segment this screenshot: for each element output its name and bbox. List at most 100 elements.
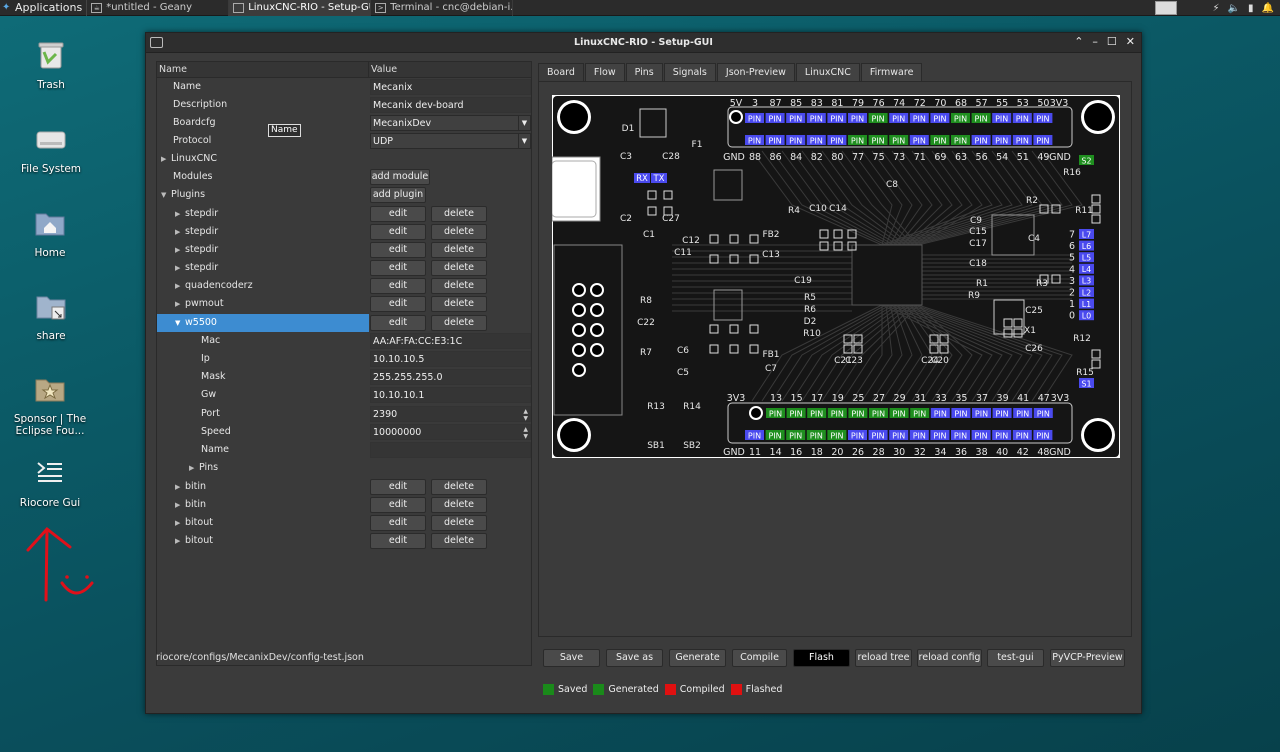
chevron-right-icon[interactable]: ▶: [161, 150, 171, 168]
tab-linuxcnc[interactable]: LinuxCNC: [795, 63, 860, 81]
mac-field[interactable]: AA:AF:FA:CC:E3:1C: [370, 333, 531, 349]
workspace-switcher[interactable]: [1154, 1, 1177, 15]
tree-row-wname[interactable]: Name: [157, 441, 531, 459]
desktop-icon-riocore-gui[interactable]: Riocore Gui: [5, 456, 95, 509]
delete-button[interactable]: delete: [431, 224, 487, 240]
tree-row-mac[interactable]: Mac AA:AF:FA:CC:E3:1C: [157, 332, 531, 350]
column-header-value[interactable]: Value: [369, 62, 531, 77]
tab-board[interactable]: Board: [538, 63, 584, 81]
add-module-button[interactable]: add module: [370, 169, 430, 185]
applications-menu[interactable]: ✦ Applications: [0, 0, 88, 16]
plugin-row-pwmout[interactable]: ▶ pwmout edit delete: [157, 295, 531, 313]
window-titlebar[interactable]: LinuxCNC-RIO - Setup-GUI ⌃ – ☐ ✕: [146, 33, 1141, 53]
protocol-select[interactable]: UDP ▼: [370, 133, 531, 149]
edit-button[interactable]: edit: [370, 479, 426, 495]
compile-button[interactable]: Compile: [732, 649, 787, 667]
plugin-row-bitin[interactable]: ▶ bitin edit delete: [157, 478, 531, 496]
plugin-row-stepdir[interactable]: ▶ stepdir edit delete: [157, 259, 531, 277]
edit-button[interactable]: edit: [370, 296, 426, 312]
save-as-button[interactable]: Save as: [606, 649, 663, 667]
chevron-right-icon[interactable]: ▶: [175, 205, 185, 223]
tree-row-ip[interactable]: Ip 10.10.10.5: [157, 350, 531, 368]
delete-button[interactable]: delete: [431, 497, 487, 513]
chevron-right-icon[interactable]: ▶: [175, 514, 185, 532]
ip-field[interactable]: 10.10.10.5: [370, 351, 531, 367]
delete-button[interactable]: delete: [431, 242, 487, 258]
delete-button[interactable]: delete: [431, 260, 487, 276]
speed-spinbox[interactable]: 10000000 ▲ ▼: [370, 424, 531, 440]
network-icon[interactable]: ⚡: [1213, 3, 1220, 14]
chevron-down-icon[interactable]: ▼: [518, 134, 530, 148]
chevron-right-icon[interactable]: ▶: [175, 496, 185, 514]
maximize-icon[interactable]: ☐: [1107, 35, 1117, 48]
tab-firmware[interactable]: Firmware: [860, 63, 923, 81]
spin-arrows-icon[interactable]: ▲ ▼: [523, 408, 528, 422]
task-setup-gui[interactable]: LinuxCNC-RIO - Setup-GUI: [229, 0, 372, 16]
edit-button[interactable]: edit: [370, 260, 426, 276]
chevron-right-icon[interactable]: ▶: [175, 241, 185, 259]
board-view[interactable]: PIN PIN PIN PIN PIN PIN PIN PIN PIN PIN PIN PIN PIN P…: [551, 95, 1120, 458]
task-geany[interactable]: ☕ *untitled - Geany: [87, 0, 230, 16]
mask-field[interactable]: 255.255.255.0: [370, 369, 531, 385]
tree-row-speed[interactable]: Speed 10000000 ▲ ▼: [157, 423, 531, 441]
tree-row-name[interactable]: Name Mecanix: [157, 78, 531, 96]
chevron-right-icon[interactable]: ▶: [175, 532, 185, 550]
tab-flow[interactable]: Flow: [584, 63, 625, 81]
chevron-right-icon[interactable]: ▶: [175, 259, 185, 277]
desktop-icon-home[interactable]: Home: [5, 206, 95, 259]
desktop-icon-filesystem[interactable]: File System: [6, 122, 96, 175]
delete-button[interactable]: delete: [431, 278, 487, 294]
add-plugin-button[interactable]: add plugin: [370, 187, 426, 203]
test-gui-button[interactable]: test-gui: [987, 649, 1044, 667]
column-header-name[interactable]: Name: [157, 62, 369, 77]
plugin-row-bitout[interactable]: ▶ bitout edit delete: [157, 532, 531, 550]
tree-row-boardcfg[interactable]: Boardcfg MecanixDev ▼: [157, 114, 531, 132]
edit-button[interactable]: edit: [370, 533, 426, 549]
chevron-right-icon[interactable]: ▶: [175, 277, 185, 295]
tree-row-pins[interactable]: ▶ Pins: [157, 459, 531, 477]
reload-tree-button[interactable]: reload tree: [855, 649, 912, 667]
plugin-row-bitin[interactable]: ▶ bitin edit delete: [157, 496, 531, 514]
port-spinbox[interactable]: 2390 ▲ ▼: [370, 406, 531, 422]
tree-row-port[interactable]: Port 2390 ▲ ▼: [157, 405, 531, 423]
chevron-down-icon[interactable]: ▼: [175, 314, 185, 332]
reload-config-button[interactable]: reload config: [917, 649, 982, 667]
chevron-right-icon[interactable]: ▶: [175, 478, 185, 496]
w5500-name-field[interactable]: [370, 442, 531, 458]
edit-button[interactable]: edit: [370, 278, 426, 294]
name-field[interactable]: Mecanix: [370, 79, 531, 95]
description-field[interactable]: Mecanix dev-board: [370, 97, 531, 113]
chevron-right-icon[interactable]: ▶: [175, 223, 185, 241]
chevron-down-icon[interactable]: ▼: [161, 186, 171, 204]
tree-row-modules[interactable]: Modules add module: [157, 168, 531, 186]
boardcfg-select[interactable]: MecanixDev ▼: [370, 115, 531, 131]
edit-button[interactable]: edit: [370, 515, 426, 531]
chevron-down-icon[interactable]: ▼: [518, 116, 530, 130]
edit-button[interactable]: edit: [370, 224, 426, 240]
edit-button[interactable]: edit: [370, 242, 426, 258]
tab-signals[interactable]: Signals: [663, 63, 716, 81]
generate-button[interactable]: Generate: [669, 649, 726, 667]
task-terminal[interactable]: > Terminal - cnc@debian-i...: [371, 0, 514, 16]
gw-field[interactable]: 10.10.10.1: [370, 387, 531, 403]
tree-row-plugins[interactable]: ▼ Plugins add plugin: [157, 186, 531, 204]
window-menu-icon[interactable]: [150, 37, 163, 48]
plugin-row-stepdir[interactable]: ▶ stepdir edit delete: [157, 223, 531, 241]
delete-button[interactable]: delete: [431, 479, 487, 495]
chevron-right-icon[interactable]: ▶: [189, 459, 199, 477]
delete-button[interactable]: delete: [431, 315, 487, 331]
battery-icon[interactable]: ▮: [1248, 3, 1254, 14]
tree-row-linuxcnc[interactable]: ▶ LinuxCNC: [157, 150, 531, 168]
volume-icon[interactable]: 🔈: [1228, 3, 1240, 14]
edit-button[interactable]: edit: [370, 206, 426, 222]
delete-button[interactable]: delete: [431, 296, 487, 312]
tab-pins[interactable]: Pins: [625, 63, 663, 81]
pyvcp-preview-button[interactable]: PyVCP-Preview: [1050, 649, 1125, 667]
tab-json-preview[interactable]: Json-Preview: [716, 63, 795, 81]
tree-row-protocol[interactable]: Protocol UDP ▼: [157, 132, 531, 150]
tree-row-description[interactable]: Description Mecanix dev-board: [157, 96, 531, 114]
plugin-row-bitout[interactable]: ▶ bitout edit delete: [157, 514, 531, 532]
tree-row-mask[interactable]: Mask 255.255.255.0: [157, 368, 531, 386]
flash-button[interactable]: Flash: [793, 649, 850, 667]
plugin-row-w5500[interactable]: ▼ w5500 edit delete: [157, 314, 531, 332]
